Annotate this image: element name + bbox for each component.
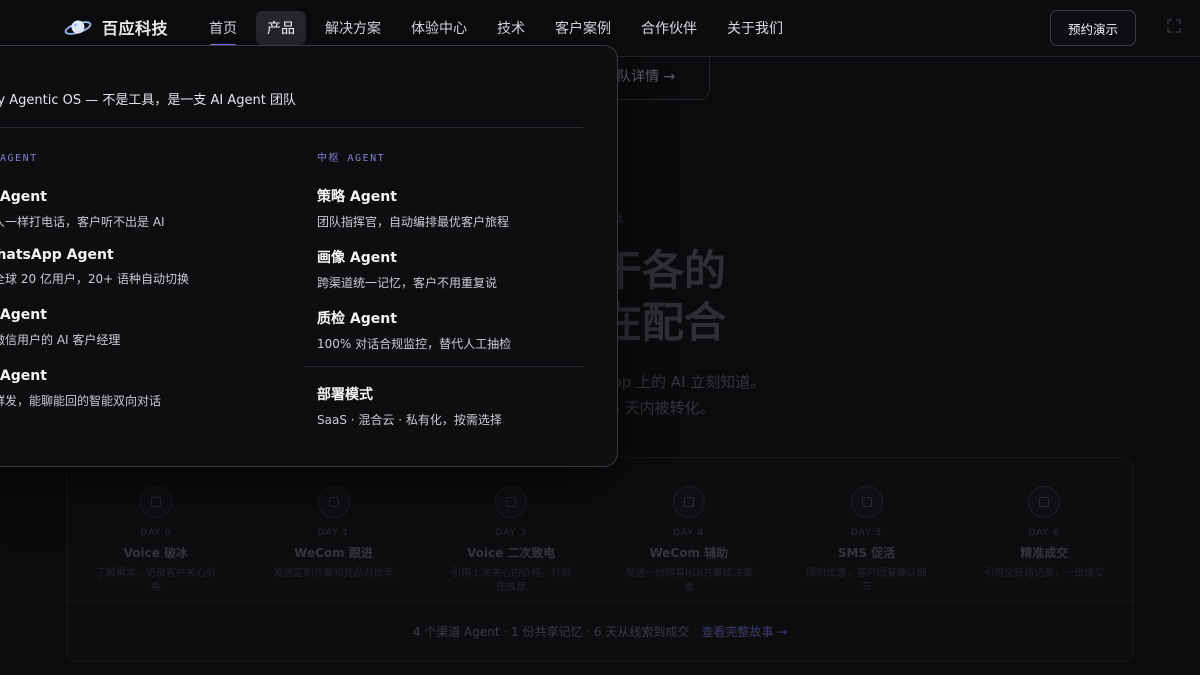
agent-description: 只群发，能聊能回的智能双向对话: [0, 394, 162, 408]
main-nav: 首页 产品 解决方案 体验中心 技术 客户案例 合作伙伴 关于我们: [198, 11, 802, 46]
nav-item-7[interactable]: 关于我们: [716, 11, 794, 45]
hub-agent-item[interactable]: 质检 Agent 100% 对话合规监控，替代人工抽检: [317, 308, 567, 352]
step-icon: [1028, 486, 1061, 518]
step-title: WeCom 跟进: [294, 546, 373, 560]
dropdown-divider: [303, 366, 583, 367]
nav-item-5[interactable]: 客户案例: [544, 11, 622, 45]
step-title: Voice 二次致电: [466, 546, 556, 560]
agent-description: 团队指挥官，自动编排最优客户旅程: [317, 215, 510, 229]
step-icon: [672, 486, 705, 518]
step-day-label: DAY 6: [1028, 528, 1060, 538]
nav-item-2[interactable]: 解决方案: [314, 11, 392, 45]
agent-description: 100% 对话合规监控，替代人工抽检: [317, 337, 512, 351]
dropdown-header: vity Agentic OS — 不是工具，是一支 AI Agent 团队: [0, 46, 583, 128]
agent-name: 信 Agent: [0, 368, 47, 384]
page: 了解 Agent 团队详情 → 协同实战 不是各干各的 是真的在配合 电话里聊过…: [0, 0, 1200, 675]
dropdown-headline: vity Agentic OS — 不是工具，是一支 AI Agent 团队: [0, 93, 296, 108]
step-title: WeCom 辅助: [649, 546, 729, 560]
deployment-mode-desc: SaaS · 混合云 · 私有化，按需选择: [317, 413, 502, 427]
step-day-label: DAY 5: [850, 528, 883, 538]
nav-item-6[interactable]: 合作伙伴: [630, 11, 708, 45]
timeline-step: DAY 4 WeCom 辅助发送一份精算ROI方案给决策者: [600, 478, 778, 595]
agent-name: WhatsApp Agent: [0, 247, 114, 263]
nav-item-1[interactable]: 产品: [256, 11, 306, 45]
expand-icon[interactable]: [1167, 19, 1181, 33]
agent-description: 亿微信用户的 AI 客户经理: [0, 333, 121, 347]
hub-agents-column: 中枢 AGENT 策略 Agent 团队指挥官，自动编排最优客户旅程 画像 Agen…: [317, 149, 567, 369]
step-day-label: DAY 3: [495, 528, 527, 538]
timeline-step: DAY 0 Voice 破冰了解需求，记录客户关心价格: [67, 478, 245, 595]
agent-name: 音 Agent: [0, 189, 47, 205]
channel-agent-item[interactable]: 音 Agent 真人一样打电话，客户听不出是 AI: [0, 186, 281, 230]
step-description: 发送定制方案和竞品对比表: [273, 568, 394, 579]
step-title: Voice 破冰: [123, 546, 189, 560]
deployment-mode-title: 部署模式: [317, 387, 373, 403]
step-icon: [139, 486, 172, 518]
agent-name: 微 Agent: [0, 307, 47, 323]
timeline-footer: 4 个渠道 Agent · 1 份共享记忆 · 6 天从线索到成交 查看完整故事…: [67, 601, 1133, 661]
agent-description: 真人一样打电话，客户听不出是 AI: [0, 215, 165, 229]
timeline-step: DAY 6 精准成交引用全链路记录，一击成交: [955, 478, 1133, 595]
agent-name: 画像 Agent: [317, 250, 397, 266]
timeline-step: DAY 3 Voice 二次致电引用上次关心的价格，针对性推荐: [422, 478, 600, 595]
timeline-step: DAY 1 WeCom 跟进发送定制方案和竞品对比表: [245, 478, 423, 595]
channel-agent-item[interactable]: 微 Agent 亿微信用户的 AI 客户经理: [0, 304, 281, 348]
agent-description: 盖全球 20 亿用户，20+ 语种自动切换: [0, 272, 190, 286]
channel-agent-item[interactable]: 信 Agent 只群发，能聊能回的智能双向对话: [0, 365, 281, 409]
step-title: SMS 促活: [837, 546, 896, 560]
step-icon: [850, 486, 883, 518]
planet-logo-icon: [64, 20, 92, 35]
conversion-timeline: DAY 0 Voice 破冰了解需求，记录客户关心价格 DAY 1 WeCom 跟进发…: [66, 457, 1134, 662]
channel-agent-item[interactable]: WhatsApp Agent 盖全球 20 亿用户，20+ 语种自动切换: [0, 247, 281, 287]
step-description: 限时优惠，客户回复确认细节: [806, 568, 927, 593]
hub-agent-item[interactable]: 策略 Agent 团队指挥官，自动编排最优客户旅程: [317, 186, 567, 230]
nav-item-3[interactable]: 体验中心: [400, 11, 478, 45]
step-icon: [495, 486, 528, 518]
deployment-mode-item[interactable]: 部署模式 SaaS · 混合云 · 私有化，按需选择: [317, 384, 502, 428]
hub-agents-label: 中枢 AGENT: [317, 153, 386, 164]
step-description: 发送一份精算ROI方案给决策者: [624, 568, 753, 593]
timeline-summary: 4 个渠道 Agent · 1 份共享记忆 · 6 天从线索到成交: [412, 625, 690, 639]
step-day-label: DAY 1: [317, 528, 350, 538]
brand-logo[interactable]: 百应科技: [64, 15, 168, 39]
step-description: 引用全链路记录，一击成交: [984, 568, 1105, 579]
step-day-label: DAY 4: [673, 528, 705, 538]
agent-name: 质检 Agent: [317, 311, 397, 327]
timeline-step: DAY 5 SMS 促活限时优惠，客户回复确认细节: [778, 478, 956, 595]
agent-description: 跨渠道统一记忆，客户不用重复说: [317, 276, 498, 290]
channel-agents-column: 道 AGENT 音 Agent 真人一样打电话，客户听不出是 AI WhatsApp…: [0, 149, 281, 426]
agent-name: 策略 Agent: [317, 189, 397, 205]
products-dropdown-menu: vity Agentic OS — 不是工具，是一支 AI Agent 团队 道…: [0, 45, 618, 467]
step-description: 了解需求，记录客户关心价格: [95, 568, 216, 593]
step-description: 引用上次关心的价格，针对性推荐: [451, 568, 572, 593]
full-story-link[interactable]: 查看完整故事 →: [701, 623, 787, 640]
brand-name: 百应科技: [102, 19, 169, 38]
step-icon: [317, 486, 350, 518]
step-title: 精准成交: [1020, 546, 1069, 560]
hub-agent-item[interactable]: 画像 Agent 跨渠道统一记忆，客户不用重复说: [317, 247, 567, 291]
book-demo-button[interactable]: 预约演示: [1050, 10, 1136, 46]
step-day-label: DAY 0: [140, 528, 172, 538]
nav-item-0[interactable]: 首页: [198, 11, 248, 46]
nav-item-4[interactable]: 技术: [486, 11, 536, 45]
channel-agents-label: 道 AGENT: [0, 153, 38, 164]
